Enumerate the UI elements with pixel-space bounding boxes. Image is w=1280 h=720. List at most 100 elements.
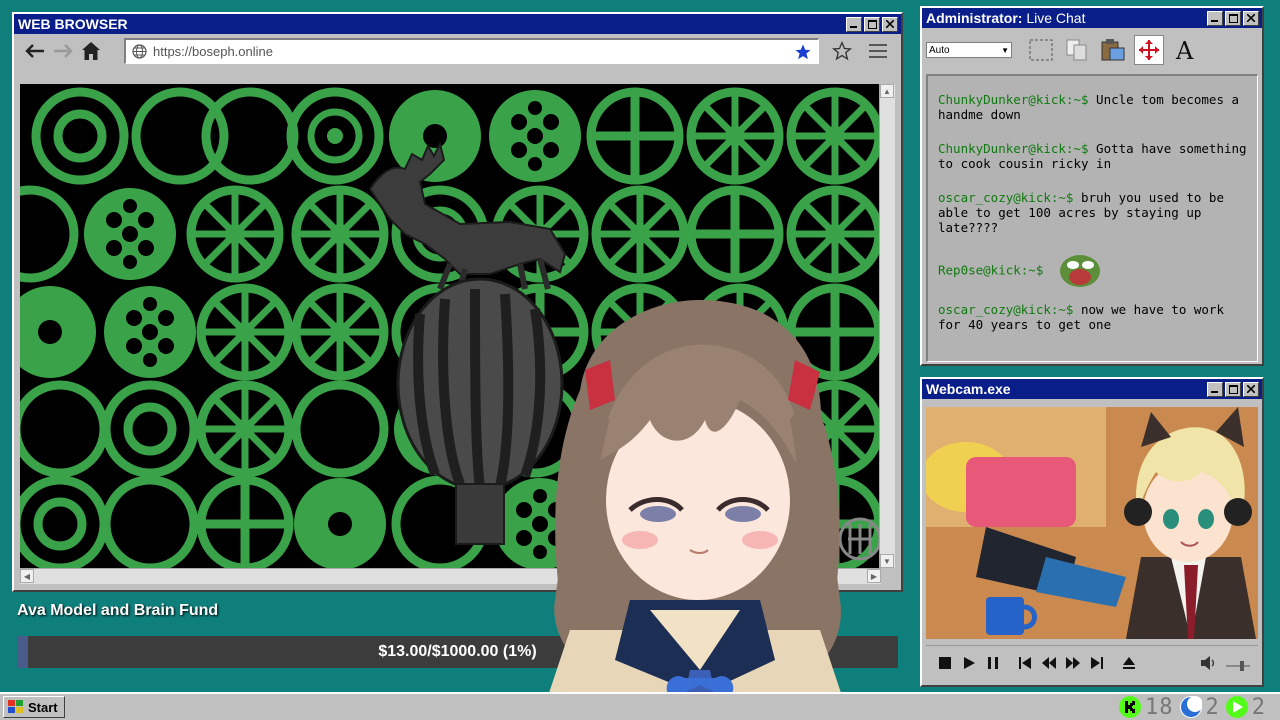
browser-titlebar[interactable]: WEB BROWSER: [14, 14, 901, 34]
eject-icon: [1123, 656, 1135, 669]
media-controls: [926, 645, 1258, 679]
kick-icon[interactable]: [1119, 696, 1141, 718]
font-size-select[interactable]: Auto ▼: [926, 42, 1012, 58]
moon-count: 2: [1205, 694, 1220, 720]
close-icon: [1247, 385, 1255, 393]
viewer-count: 18: [1145, 694, 1174, 720]
paste-icon: [1101, 39, 1125, 61]
rewind-button[interactable]: [1038, 653, 1060, 673]
font-size-select-value: Auto: [929, 44, 950, 56]
chat-titlebar[interactable]: Administrator: Live Chat: [922, 8, 1262, 28]
rewind-icon: [1042, 656, 1056, 669]
play-button[interactable]: [958, 653, 980, 673]
minimize-icon: [1211, 391, 1218, 393]
forward-arrow-icon: [54, 44, 73, 58]
chevron-down-icon: ▼: [1001, 45, 1009, 55]
maximize-icon: [1228, 13, 1238, 23]
chat-username: oscar_cozy@kick:~$: [938, 190, 1074, 205]
pause-button[interactable]: [982, 653, 1004, 673]
maximize-icon: [867, 19, 877, 29]
play-icon[interactable]: [1225, 696, 1248, 718]
bookmark-button[interactable]: [829, 39, 855, 63]
chat-message-list[interactable]: ChunkyDunker@kick:~$ Uncle tom becomes a…: [926, 74, 1258, 362]
scroll-down-icon[interactable]: ▼: [880, 554, 894, 568]
back-button[interactable]: [22, 39, 48, 63]
paste-button[interactable]: [1098, 35, 1128, 65]
scroll-up-icon[interactable]: ▲: [880, 84, 894, 98]
fast-forward-button[interactable]: [1062, 653, 1084, 673]
marquee-select-icon: [1029, 39, 1053, 61]
scroll-left-icon[interactable]: ◀: [20, 569, 34, 583]
minimize-button[interactable]: [1207, 381, 1223, 397]
volume-button[interactable]: [1198, 653, 1220, 673]
hamburger-menu-icon: [869, 44, 887, 58]
webcam-window: Webcam.exe: [920, 377, 1264, 687]
skip-back-icon: [1019, 656, 1031, 669]
chat-message: oscar_cozy@kick:~$ bruh you used to be a…: [938, 190, 1247, 235]
stop-button[interactable]: [934, 653, 956, 673]
volume-slider-icon: [1226, 660, 1250, 671]
svg-text:A: A: [1175, 38, 1194, 62]
home-button[interactable]: [78, 39, 104, 63]
maximize-button[interactable]: [1225, 10, 1241, 26]
chat-username: oscar_cozy@kick:~$: [938, 302, 1074, 317]
fund-title: Ava Model and Brain Fund: [17, 602, 219, 619]
crescent-moon-icon: [1180, 696, 1202, 717]
menu-button[interactable]: [865, 39, 891, 63]
minimize-icon: [850, 26, 857, 28]
play-triangle-icon: [1232, 701, 1243, 713]
moon-icon[interactable]: [1179, 696, 1202, 718]
close-button[interactable]: [882, 16, 898, 32]
chat-message: ChunkyDunker@kick:~$ Uncle tom becomes a…: [938, 92, 1247, 122]
minimize-button[interactable]: [1207, 10, 1223, 26]
maximize-button[interactable]: [1225, 381, 1241, 397]
pepe-emote-icon: [1059, 255, 1100, 287]
maximize-button[interactable]: [864, 16, 880, 32]
skip-forward-icon: [1091, 656, 1103, 669]
vertical-scrollbar[interactable]: ▲ ▼: [879, 84, 895, 568]
close-button[interactable]: [1243, 10, 1259, 26]
previous-button[interactable]: [1014, 653, 1036, 673]
chat-username: ChunkyDunker@kick:~$: [938, 141, 1089, 156]
copy-button[interactable]: [1062, 35, 1092, 65]
start-button[interactable]: Start: [3, 696, 65, 718]
close-button[interactable]: [1243, 381, 1259, 397]
vtuber-avatar: [540, 300, 850, 720]
webcam-video[interactable]: [926, 407, 1258, 639]
volume-slider[interactable]: [1226, 658, 1250, 671]
minimize-button[interactable]: [846, 16, 862, 32]
font-button[interactable]: A: [1170, 35, 1200, 65]
play-count: 2: [1251, 694, 1266, 720]
copy-icon: [1066, 39, 1087, 61]
kick-k-icon: [1125, 701, 1135, 713]
pattern-row-1: [36, 90, 879, 182]
chat-message: Rep0se@kick:~$: [938, 254, 1247, 288]
star-outline-icon: [832, 41, 852, 61]
webcam-scene: [926, 407, 1258, 639]
forward-button[interactable]: [50, 39, 76, 63]
select-tool-button[interactable]: [1026, 35, 1056, 65]
play-icon: [964, 656, 975, 669]
bookmarked-star-icon[interactable]: [794, 43, 812, 61]
back-arrow-icon: [25, 44, 44, 58]
home-icon: [82, 42, 100, 60]
webcam-titlebar[interactable]: Webcam.exe: [922, 379, 1262, 399]
taskbar: Start 18 2 2: [0, 692, 1280, 720]
start-label: Start: [28, 699, 58, 715]
windows-logo-icon: [8, 700, 23, 713]
browser-title: WEB BROWSER: [18, 16, 128, 32]
eject-button[interactable]: [1118, 653, 1140, 673]
url-text: https://boseph.online: [153, 44, 273, 59]
move-arrows-icon: [1139, 40, 1159, 60]
move-tool-button[interactable]: [1134, 35, 1164, 65]
chat-message: ChunkyDunker@kick:~$ Gotta have somethin…: [938, 141, 1247, 171]
close-icon: [1247, 14, 1255, 22]
system-tray: 18 2 2: [1119, 694, 1272, 720]
address-bar[interactable]: https://boseph.online: [124, 38, 819, 64]
chat-message: oscar_cozy@kick:~$ now we have to work f…: [938, 302, 1247, 332]
chat-title: Administrator: Live Chat: [926, 10, 1086, 26]
font-letter-a-icon: A: [1175, 38, 1194, 62]
next-button[interactable]: [1086, 653, 1108, 673]
fast-forward-icon: [1066, 656, 1080, 669]
live-chat-window: Administrator: Live Chat Auto ▼ A Chunky…: [920, 6, 1264, 366]
